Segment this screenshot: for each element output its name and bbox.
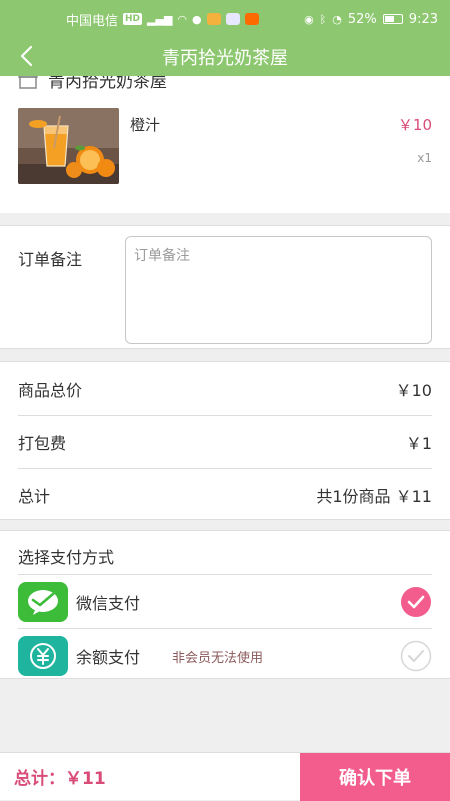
page-title: 青丙拾光奶茶屋 [162, 48, 288, 69]
payment-option-wechat[interactable]: 微信支付 [18, 576, 432, 628]
grand-total-value: 共1份商品 ￥11 [316, 487, 432, 506]
store-icon [18, 76, 38, 89]
battery-icon [382, 14, 403, 24]
payment-option-note: 非会员无法使用 [172, 650, 264, 666]
order-item[interactable]: 橙汁 ￥10 x1 [0, 96, 450, 213]
speed-icon: ◔ [332, 12, 342, 26]
wechat-icon [18, 582, 68, 622]
back-arrow-icon[interactable] [16, 44, 40, 68]
packing-fee-row: 打包费 ￥1 [18, 415, 432, 468]
divider [18, 574, 432, 575]
product-name: 橙汁 [130, 116, 161, 134]
payment-section: 选择支付方式 微信支付 余额支付 非会员无法使用 [0, 530, 450, 679]
goods-total-value: ￥10 [395, 380, 432, 400]
bottom-total: 总计：￥11 [14, 769, 106, 789]
product-image [18, 108, 119, 184]
signal-icon: ▂▄▆ [147, 12, 173, 26]
mail-app-icon [206, 13, 221, 25]
nav-bar: 青丙拾光奶茶屋 [0, 38, 450, 76]
eye-icon: ◉ [304, 12, 314, 26]
payment-option-label: 微信支付 [76, 594, 141, 613]
price-summary: 商品总价 ￥10 打包费 ￥1 总计 共1份商品 ￥11 [0, 361, 450, 520]
confirm-order-button[interactable]: 确认下单 [300, 753, 450, 801]
packing-fee-label: 打包费 [18, 434, 67, 453]
payment-option-balance[interactable]: 余额支付 非会员无法使用 [18, 630, 432, 682]
taobao-app-icon [244, 13, 259, 25]
radio-checked-icon[interactable] [400, 586, 432, 618]
product-quantity: x1 [417, 151, 432, 165]
product-price: ￥10 [397, 116, 432, 134]
packing-fee-value: ￥1 [405, 434, 432, 453]
goods-total-row: 商品总价 ￥10 [18, 362, 432, 415]
wifi-icon: ◠ [177, 12, 188, 26]
hd-icon: HD [123, 13, 143, 25]
battery-percent: 52% [347, 11, 377, 27]
shop-name: 青丙拾光奶茶屋 [48, 76, 167, 92]
carrier-text: 中国电信 [66, 13, 119, 29]
bluetooth-icon: ᛒ [319, 12, 327, 26]
clock-time: 9:23 [408, 11, 438, 27]
payment-option-label: 余额支付 [76, 648, 141, 667]
radio-unchecked-icon[interactable] [400, 640, 432, 672]
goods-total-label: 商品总价 [18, 380, 83, 400]
shop-header: 青丙拾光奶茶屋 [0, 76, 450, 96]
browser-app-icon [225, 13, 240, 25]
remark-input[interactable] [125, 236, 432, 344]
status-bar: 中国电信 HD ▂▄▆ ◠ ● ◉ ᛒ ◔ 52% 9:23 [0, 0, 450, 38]
message-icon: ● [192, 12, 202, 26]
divider [18, 628, 432, 629]
remark-section: 订单备注 [0, 225, 450, 349]
grand-total-row: 总计 共1份商品 ￥11 [18, 468, 432, 521]
payment-heading: 选择支付方式 [18, 548, 115, 567]
grand-total-label: 总计 [18, 487, 51, 506]
remark-label: 订单备注 [18, 250, 83, 269]
yuan-icon [18, 636, 68, 676]
bottom-bar: 总计：￥11 确认下单 [0, 752, 450, 801]
